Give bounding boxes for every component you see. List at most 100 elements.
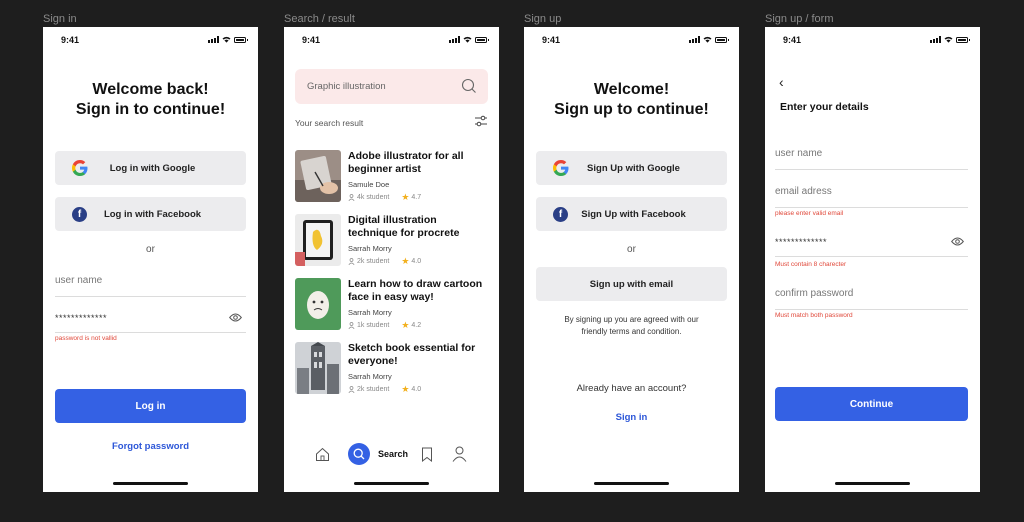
signal-icon	[930, 36, 941, 43]
welcome-title-line1: Welcome back!	[92, 81, 209, 98]
bottom-nav: Search	[284, 440, 499, 470]
confirm-password-error: Must match both password	[775, 312, 853, 319]
password-input[interactable]: *************	[775, 231, 968, 257]
eye-icon[interactable]	[951, 237, 964, 246]
google-signup-button[interactable]: Sign Up with Google	[536, 151, 727, 185]
username-input[interactable]: user name	[775, 144, 968, 170]
course-meta: 4k student ★ 4.7	[348, 192, 421, 203]
course-rating: 4.0	[411, 386, 422, 393]
battery-icon	[234, 36, 248, 43]
search-placeholder: Graphic illustration	[307, 81, 386, 92]
course-meta: 2k student ★ 4.0	[348, 384, 421, 395]
star-icon: ★	[401, 256, 410, 266]
student-count: 2k student	[357, 258, 390, 265]
email-value: email adress	[775, 186, 832, 197]
email-signup-button[interactable]: Sign up with email	[536, 267, 727, 301]
login-button[interactable]: Log in	[55, 389, 246, 423]
search-input[interactable]: Graphic illustration	[295, 69, 488, 104]
search-icon	[353, 448, 365, 460]
signup-form-screen: 9:41 ‹ Enter your details user name emai…	[765, 27, 980, 492]
status-time: 9:41	[302, 35, 321, 45]
eye-icon[interactable]	[229, 313, 242, 322]
course-thumbnail	[295, 150, 341, 202]
course-item[interactable]: Adobe illustrator for all beginner artis…	[295, 150, 488, 204]
course-rating: 4.2	[411, 322, 422, 329]
continue-button[interactable]: Continue	[775, 387, 968, 421]
course-thumbnail	[295, 278, 341, 330]
status-time: 9:41	[61, 35, 80, 45]
frame-label-search: Search / result	[284, 13, 355, 25]
search-icon[interactable]	[461, 78, 477, 94]
welcome-title-line1: Welcome!	[593, 81, 670, 98]
facebook-icon: f	[553, 206, 568, 222]
student-icon	[348, 386, 355, 393]
status-time: 9:41	[783, 35, 802, 45]
email-input[interactable]: email adress	[775, 182, 968, 208]
confirm-password-input[interactable]: confirm password	[775, 284, 968, 310]
signup-screen: 9:41 Welcome! Sign up to continue! Sign …	[524, 27, 739, 492]
signal-icon	[208, 36, 219, 43]
home-icon[interactable]	[315, 447, 330, 462]
facebook-signup-button[interactable]: f Sign Up with Facebook	[536, 197, 727, 231]
student-icon	[348, 194, 355, 201]
frame-label-form: Sign up / form	[765, 13, 834, 25]
terms-line2: friendly terms and condition.	[581, 327, 682, 336]
home-indicator	[354, 482, 429, 485]
facebook-login-button[interactable]: f Log in with Facebook	[55, 197, 246, 231]
welcome-title-line2: Sign in to continue!	[75, 101, 226, 118]
signal-icon	[689, 36, 700, 43]
signin-link[interactable]: Sign in	[524, 412, 739, 423]
already-account-text: Already have an account?	[576, 383, 687, 394]
student-icon	[348, 258, 355, 265]
student-icon	[348, 322, 355, 329]
filter-icon[interactable]	[474, 114, 488, 128]
status-bar: 9:41	[524, 35, 739, 47]
course-rating: 4.7	[411, 194, 422, 201]
course-item[interactable]: Sketch book essential for everyone! Sarr…	[295, 342, 488, 396]
wifi-icon	[703, 36, 712, 43]
signal-icon	[449, 36, 460, 43]
back-icon[interactable]: ‹	[779, 74, 784, 90]
google-login-button[interactable]: Log in with Google	[55, 151, 246, 185]
nav-search-label[interactable]: Search	[378, 449, 408, 459]
battery-icon	[715, 36, 729, 43]
star-icon: ★	[401, 384, 410, 394]
frame-label-signin: Sign in	[43, 13, 77, 25]
email-error: please enter valid email	[775, 210, 844, 217]
course-author: Samule Doe	[348, 180, 390, 189]
nav-search-button[interactable]	[348, 443, 370, 465]
course-item[interactable]: Learn how to draw cartoon face in easy w…	[295, 278, 488, 332]
profile-icon[interactable]	[452, 446, 467, 462]
google-icon	[72, 160, 88, 176]
home-indicator	[113, 482, 188, 485]
bookmark-icon[interactable]	[421, 447, 433, 462]
student-count: 1k student	[357, 322, 390, 329]
status-bar: 9:41	[765, 35, 980, 47]
frame-label-signup: Sign up	[524, 13, 562, 25]
battery-icon	[956, 36, 970, 43]
course-thumbnail	[295, 214, 341, 266]
course-item[interactable]: Digital illustration technique for procr…	[295, 214, 488, 268]
details-title: Enter your details	[780, 101, 869, 113]
star-icon: ★	[401, 192, 410, 202]
course-author: Sarrah Morry	[348, 372, 392, 381]
password-value: *************	[55, 313, 108, 323]
course-meta: 2k student ★ 4.0	[348, 256, 421, 267]
course-author: Sarrah Morry	[348, 308, 392, 317]
or-divider: or	[627, 244, 636, 255]
password-value: *************	[775, 237, 828, 247]
course-thumbnail	[295, 342, 341, 394]
star-icon: ★	[401, 320, 410, 330]
password-input[interactable]: *************	[55, 307, 246, 333]
password-error: Must contain 8 charecter	[775, 261, 847, 268]
home-indicator	[835, 482, 910, 485]
student-count: 4k student	[357, 194, 390, 201]
terms-line1: By signing up you are agreed with our	[564, 315, 699, 324]
status-bar: 9:41	[43, 35, 258, 47]
course-title: Adobe illustrator for all beginner artis…	[348, 150, 464, 175]
status-time: 9:41	[542, 35, 561, 45]
wifi-icon	[944, 36, 953, 43]
forgot-password-link[interactable]: Forgot password	[43, 441, 258, 452]
username-input[interactable]: user name	[55, 271, 246, 297]
google-icon	[553, 160, 569, 176]
